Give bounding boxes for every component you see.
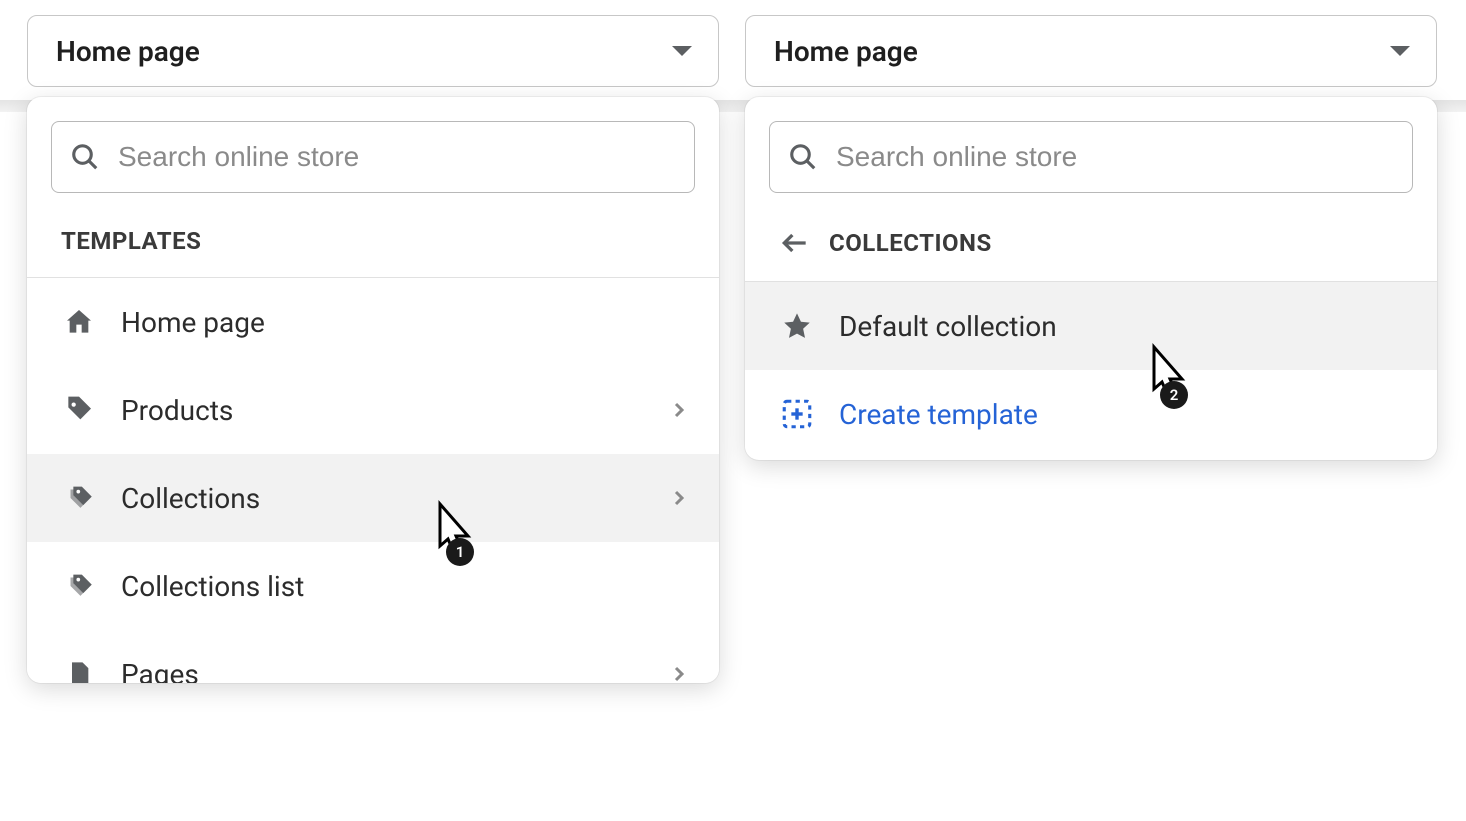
home-icon <box>61 304 97 340</box>
menu-item-label: Pages <box>121 658 643 684</box>
search-box[interactable] <box>51 121 695 193</box>
collection-list: Default collection Create template <box>745 282 1437 458</box>
left-panel: Home page Templates Home page <box>27 15 719 683</box>
menu-item-label: Collections list <box>121 570 691 603</box>
star-icon <box>779 308 815 344</box>
caret-down-icon <box>1390 46 1410 56</box>
menu-item-label: Collections <box>121 482 643 515</box>
collections-header-row: Collections <box>745 193 1437 281</box>
collections-dropdown: Collections Default collection Create te… <box>745 97 1437 460</box>
template-select-trigger[interactable]: Home page <box>27 15 719 87</box>
search-input[interactable] <box>836 141 1394 173</box>
section-header-templates: Templates <box>27 193 719 277</box>
trigger-label: Home page <box>774 35 1390 68</box>
tags-icon <box>61 568 97 604</box>
tag-icon <box>61 392 97 428</box>
template-list: Home page Products Collections <box>27 278 719 683</box>
caret-down-icon <box>672 46 692 56</box>
file-icon <box>61 656 97 683</box>
template-select-trigger[interactable]: Home page <box>745 15 1437 87</box>
right-panel: Home page Collections <box>745 15 1437 460</box>
menu-item-label: Products <box>121 394 643 427</box>
search-icon <box>788 142 818 172</box>
back-arrow-icon[interactable] <box>779 227 811 259</box>
chevron-right-icon <box>667 662 691 683</box>
menu-item-collections-list[interactable]: Collections list <box>27 542 719 630</box>
chevron-right-icon <box>667 398 691 422</box>
chevron-right-icon <box>667 486 691 510</box>
menu-item-collections[interactable]: Collections <box>27 454 719 542</box>
section-header-collections: Collections <box>829 229 992 257</box>
trigger-label: Home page <box>56 35 672 68</box>
menu-item-products[interactable]: Products <box>27 366 719 454</box>
menu-item-create-template[interactable]: Create template <box>745 370 1437 458</box>
menu-item-label: Default collection <box>839 310 1409 343</box>
menu-item-label: Home page <box>121 306 691 339</box>
search-box[interactable] <box>769 121 1413 193</box>
search-icon <box>70 142 100 172</box>
template-dropdown: Templates Home page Products <box>27 97 719 683</box>
search-input[interactable] <box>118 141 676 173</box>
menu-item-default-collection[interactable]: Default collection <box>745 282 1437 370</box>
tags-icon <box>61 480 97 516</box>
menu-item-home-page[interactable]: Home page <box>27 278 719 366</box>
menu-item-label: Create template <box>839 398 1409 431</box>
menu-item-pages[interactable]: Pages <box>27 630 719 683</box>
create-template-icon <box>779 396 815 432</box>
